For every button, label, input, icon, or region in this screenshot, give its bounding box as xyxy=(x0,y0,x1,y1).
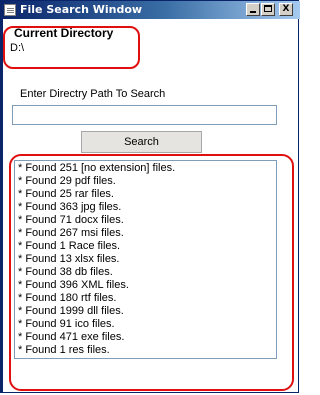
search-button[interactable]: Search xyxy=(81,131,202,153)
minimize-icon xyxy=(250,11,256,13)
window-title: File Search Window xyxy=(20,3,143,16)
list-item: * Found 396 XML files. xyxy=(18,279,129,291)
list-item: * Found 91 ico files. xyxy=(18,318,115,330)
current-directory-label: Current Directory xyxy=(14,26,114,40)
results-list[interactable]: * Found 251 [no extension] files. * Foun… xyxy=(14,160,277,359)
title-bar[interactable]: File Search Window X xyxy=(1,1,300,19)
list-item: * Found 1 Race files. xyxy=(18,240,121,252)
list-item: * Found 1 res files. xyxy=(18,344,110,356)
maximize-icon xyxy=(264,5,272,12)
list-item: * Found 13 xlsx files. xyxy=(18,253,120,265)
list-item: * Found 363 jpg files. xyxy=(18,201,122,213)
path-input-label: Enter Directry Path To Search xyxy=(20,88,166,100)
list-item: * Found 471 exe files. xyxy=(18,331,125,343)
list-item: * Found 251 [no extension] files. xyxy=(18,162,176,174)
file-search-window: File Search Window X Current Directory D… xyxy=(0,0,300,393)
list-item: * Found 1999 dll files. xyxy=(18,305,124,317)
list-item: * Found 25 rar files. xyxy=(18,188,114,200)
current-directory-value: D:\ xyxy=(10,42,25,54)
directory-path-input[interactable] xyxy=(12,105,277,125)
list-item: * Found 71 docx files. xyxy=(18,214,124,226)
list-item: * Found 38 db files. xyxy=(18,266,113,278)
close-icon: X xyxy=(282,4,290,14)
window-client-area: Current Directory D:\ Enter Directry Pat… xyxy=(3,19,298,392)
list-item: * Found 267 msi files. xyxy=(18,227,124,239)
list-item: * Found 180 rtf files. xyxy=(18,292,117,304)
list-item: * Found 29 pdf files. xyxy=(18,175,116,187)
close-button[interactable]: X xyxy=(279,3,293,16)
window-icon[interactable] xyxy=(4,4,16,16)
minimize-button[interactable] xyxy=(246,3,260,16)
maximize-button[interactable] xyxy=(261,3,275,16)
